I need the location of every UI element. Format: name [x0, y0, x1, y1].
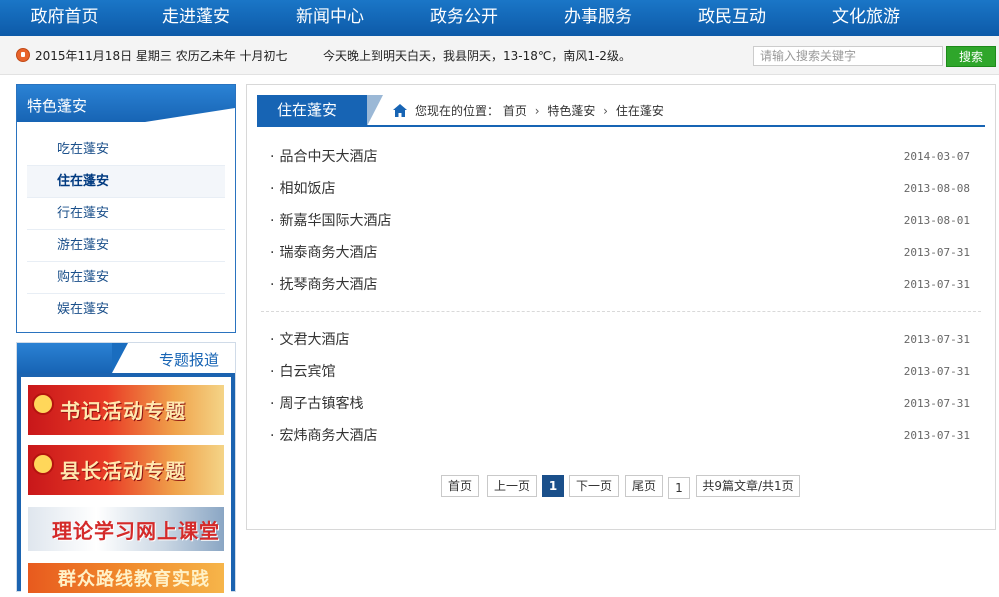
article-date: 2013-07-31	[903, 429, 970, 442]
nav-home[interactable]: 政府首页	[0, 0, 129, 36]
search-button[interactable]: 搜索	[946, 46, 996, 67]
banner-label: 理论学习网上课堂	[52, 519, 220, 543]
last-page-button[interactable]: 尾页	[625, 475, 663, 497]
banner-label: 县长活动专题	[60, 459, 186, 483]
breadcrumb: 您现在的位置： 首页 › 特色蓬安 › 住在蓬安	[415, 102, 664, 119]
article-title-link[interactable]: 白云宾馆	[270, 358, 335, 386]
article-title-link[interactable]: 抚琴商务大酒店	[270, 271, 377, 299]
weather-text: 今天晚上到明天白天，我县阴天，13-18℃，南风1-2级。	[323, 49, 631, 63]
article-date: 2013-08-01	[903, 214, 970, 227]
page-summary: 共9篇文章/共1页	[696, 475, 800, 497]
nav-interaction[interactable]: 政民互动	[665, 0, 799, 36]
article-date: 2013-08-08	[903, 182, 970, 195]
search-input[interactable]	[753, 46, 943, 66]
article-title-link[interactable]: 宏炜商务大酒店	[270, 422, 377, 450]
sidebar-category-box: 特色蓬安 吃在蓬安 住在蓬安 行在蓬安 游在蓬安 购在蓬安 娱在蓬安	[16, 84, 236, 333]
breadcrumb-home[interactable]: 首页	[503, 104, 527, 118]
sidebar-item-travel[interactable]: 行在蓬安	[27, 198, 225, 230]
sidebar-menu: 吃在蓬安 住在蓬安 行在蓬安 游在蓬安 购在蓬安 娱在蓬安	[17, 134, 235, 325]
nav-about[interactable]: 走进蓬安	[129, 0, 263, 36]
main-navigation: 政府首页 走进蓬安 新闻中心 政务公开 办事服务 政民互动 文化旅游	[0, 0, 999, 36]
list-item: 抚琴商务大酒店 2013-07-31	[267, 271, 973, 303]
article-list-panel: 住在蓬安 您现在的位置： 首页 › 特色蓬安 › 住在蓬安 品合中天大酒店 20…	[246, 84, 996, 530]
sidebar-item-eat[interactable]: 吃在蓬安	[27, 134, 225, 166]
next-page-button[interactable]: 下一页	[569, 475, 619, 497]
article-title-link[interactable]: 新嘉华国际大酒店	[270, 207, 391, 235]
article-title-link[interactable]: 相如饭店	[270, 175, 335, 203]
sidebar-title: 特色蓬安	[27, 97, 88, 115]
list-item: 周子古镇客栈 2013-07-31	[267, 390, 973, 422]
page-jump-input[interactable]: 1	[668, 477, 690, 499]
special-reports-box: 专题报道 书记活动专题 县长活动专题 理论学习网上课堂 群众路线教育实践活动	[16, 342, 236, 597]
article-title-link[interactable]: 周子古镇客栈	[270, 390, 363, 418]
info-bar: 2015年11月18日 星期三 农历乙未年 十月初七 今天晚上到明天白天，我县阴…	[0, 36, 999, 75]
banner-mass-line[interactable]: 群众路线教育实践活动	[28, 563, 224, 593]
list-item: 瑞泰商务大酒店 2013-07-31	[267, 239, 973, 271]
article-date: 2013-07-31	[903, 397, 970, 410]
article-date: 2013-07-31	[903, 333, 970, 346]
chevron-right-icon: ›	[534, 104, 540, 118]
list-item: 宏炜商务大酒店 2013-07-31	[267, 422, 973, 454]
list-divider	[261, 311, 981, 312]
special-reports-title: 专题报道	[158, 351, 219, 369]
nav-culture-tourism[interactable]: 文化旅游	[799, 0, 933, 36]
banner-theory-study[interactable]: 理论学习网上课堂	[28, 507, 224, 551]
breadcrumb-prefix: 您现在的位置：	[415, 104, 500, 118]
list-item: 相如饭店 2013-08-08	[267, 175, 973, 207]
article-date: 2013-07-31	[903, 365, 970, 378]
calendar-icon	[16, 48, 30, 62]
party-emblem-icon	[32, 393, 54, 415]
breadcrumb-current[interactable]: 住在蓬安	[616, 104, 664, 118]
party-emblem-icon	[32, 453, 54, 475]
special-reports-header: 专题报道	[17, 343, 235, 373]
sidebar-item-tour[interactable]: 游在蓬安	[27, 230, 225, 262]
article-date: 2013-07-31	[903, 278, 970, 291]
banner-county-head-activities[interactable]: 县长活动专题	[28, 445, 224, 495]
list-item: 白云宾馆 2013-07-31	[267, 358, 973, 390]
sidebar-header: 特色蓬安	[17, 85, 235, 122]
article-date: 2013-07-31	[903, 246, 970, 259]
sidebar-item-entertainment[interactable]: 娱在蓬安	[27, 294, 225, 325]
nav-services[interactable]: 办事服务	[531, 0, 665, 36]
home-icon	[393, 104, 407, 117]
article-list-group-1: 品合中天大酒店 2014-03-07 相如饭店 2013-08-08 新嘉华国际…	[267, 143, 973, 303]
first-page-button[interactable]: 首页	[441, 475, 479, 497]
banner-label: 书记活动专题	[60, 399, 186, 423]
list-item: 品合中天大酒店 2014-03-07	[267, 143, 973, 175]
breadcrumb-featured[interactable]: 特色蓬安	[547, 104, 595, 118]
list-item: 新嘉华国际大酒店 2013-08-01	[267, 207, 973, 239]
current-date: 2015年11月18日 星期三 农历乙未年 十月初七	[35, 49, 288, 63]
current-page-number[interactable]: 1	[542, 475, 564, 497]
chevron-right-icon: ›	[603, 104, 608, 118]
list-item: 文君大酒店 2013-07-31	[267, 326, 973, 358]
nav-gov-affairs[interactable]: 政务公开	[397, 0, 531, 36]
prev-page-button[interactable]: 上一页	[487, 475, 537, 497]
article-title-link[interactable]: 瑞泰商务大酒店	[270, 239, 377, 267]
article-date: 2014-03-07	[903, 150, 970, 163]
banner-label: 群众路线教育实践活动	[58, 569, 210, 590]
sidebar-item-stay[interactable]: 住在蓬安	[27, 166, 225, 198]
nav-news[interactable]: 新闻中心	[263, 0, 397, 36]
article-title-link[interactable]: 文君大酒店	[270, 326, 349, 354]
article-list-group-2: 文君大酒店 2013-07-31 白云宾馆 2013-07-31 周子古镇客栈 …	[267, 326, 973, 454]
section-tab: 住在蓬安	[257, 95, 383, 126]
banner-secretary-activities[interactable]: 书记活动专题	[28, 385, 224, 435]
sidebar-item-shop[interactable]: 购在蓬安	[27, 262, 225, 294]
article-title-link[interactable]: 品合中天大酒店	[270, 143, 377, 171]
